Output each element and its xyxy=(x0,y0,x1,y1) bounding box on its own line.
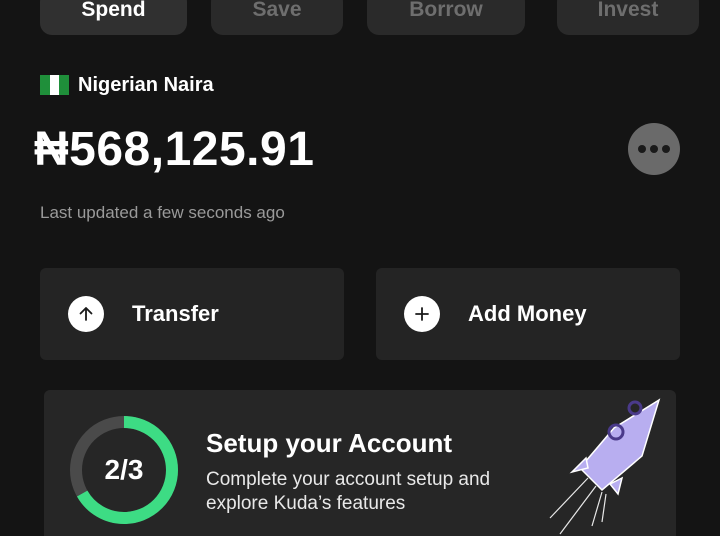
currency-selector[interactable]: Nigerian Naira xyxy=(40,72,214,98)
currency-name: Nigerian Naira xyxy=(78,73,214,96)
tab-spend[interactable]: Spend xyxy=(40,0,187,35)
more-options-button[interactable] xyxy=(628,123,680,175)
transfer-label: Transfer xyxy=(132,301,219,326)
account-balance: ₦568,125.91 xyxy=(34,123,315,176)
nigeria-flag-icon xyxy=(40,75,70,95)
setup-description: Complete your account setup and explore … xyxy=(206,469,491,514)
tab-invest[interactable]: Invest xyxy=(557,0,699,35)
add-money-button[interactable]: Add Money xyxy=(376,268,680,360)
tab-spend-label: Spend xyxy=(81,0,146,21)
tab-borrow-label: Borrow xyxy=(409,0,483,21)
setup-title: Setup your Account xyxy=(206,428,453,458)
rocket-icon xyxy=(549,398,661,535)
more-dots-icon xyxy=(638,145,646,153)
tab-save[interactable]: Save xyxy=(211,0,343,35)
arrow-up-icon xyxy=(68,296,104,332)
add-money-label: Add Money xyxy=(468,301,587,326)
tab-invest-label: Invest xyxy=(597,0,659,21)
setup-account-card[interactable]: 2/3 Setup your Account Complete your acc… xyxy=(44,390,676,536)
tab-save-label: Save xyxy=(252,0,302,21)
transfer-button[interactable]: Transfer xyxy=(40,268,344,360)
top-tabs: Spend Save Borrow Invest xyxy=(0,0,720,35)
setup-progress-label: 2/3 xyxy=(104,454,144,485)
last-updated-text: Last updated a few seconds ago xyxy=(40,203,285,222)
plus-icon xyxy=(404,296,440,332)
tab-borrow[interactable]: Borrow xyxy=(367,0,525,35)
